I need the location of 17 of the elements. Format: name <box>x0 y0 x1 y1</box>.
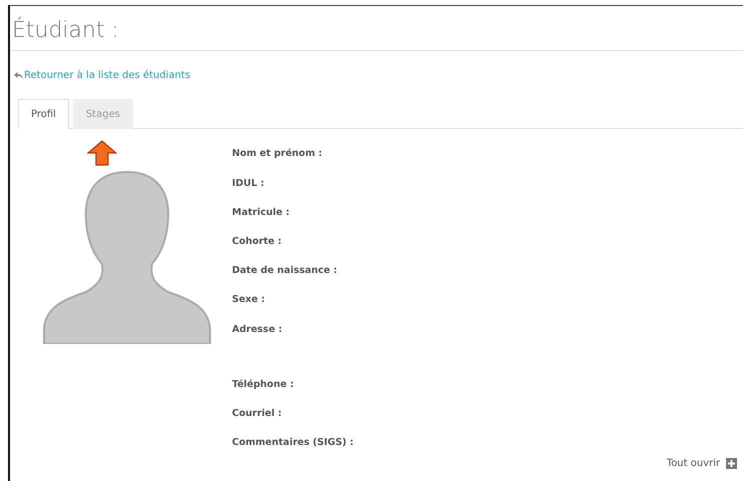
field-label: Cohorte : <box>232 234 283 249</box>
field-label: Courriel : <box>232 406 283 421</box>
field-label: IDUL : <box>232 176 266 191</box>
field-label: Téléphone : <box>232 378 295 392</box>
field-label: Nom et prénom : <box>232 147 324 162</box>
field-label: Adresse : <box>232 322 284 337</box>
field-label: Commentaires (SIGS) : <box>232 436 354 450</box>
page-title: Étudiant : <box>10 6 743 52</box>
tab[interactable]: Profil <box>18 99 69 130</box>
expand-all-link[interactable]: Tout ouvrir <box>666 456 720 471</box>
field-label: Sexe : <box>232 293 266 308</box>
plus-icon[interactable] <box>726 458 737 469</box>
reply-arrow-icon <box>14 72 23 80</box>
up-arrow-icon <box>87 140 117 166</box>
avatar-silhouette-icon <box>42 168 212 344</box>
field-label: Date de naissance : <box>232 264 338 278</box>
field-label: Matricule : <box>232 206 291 220</box>
